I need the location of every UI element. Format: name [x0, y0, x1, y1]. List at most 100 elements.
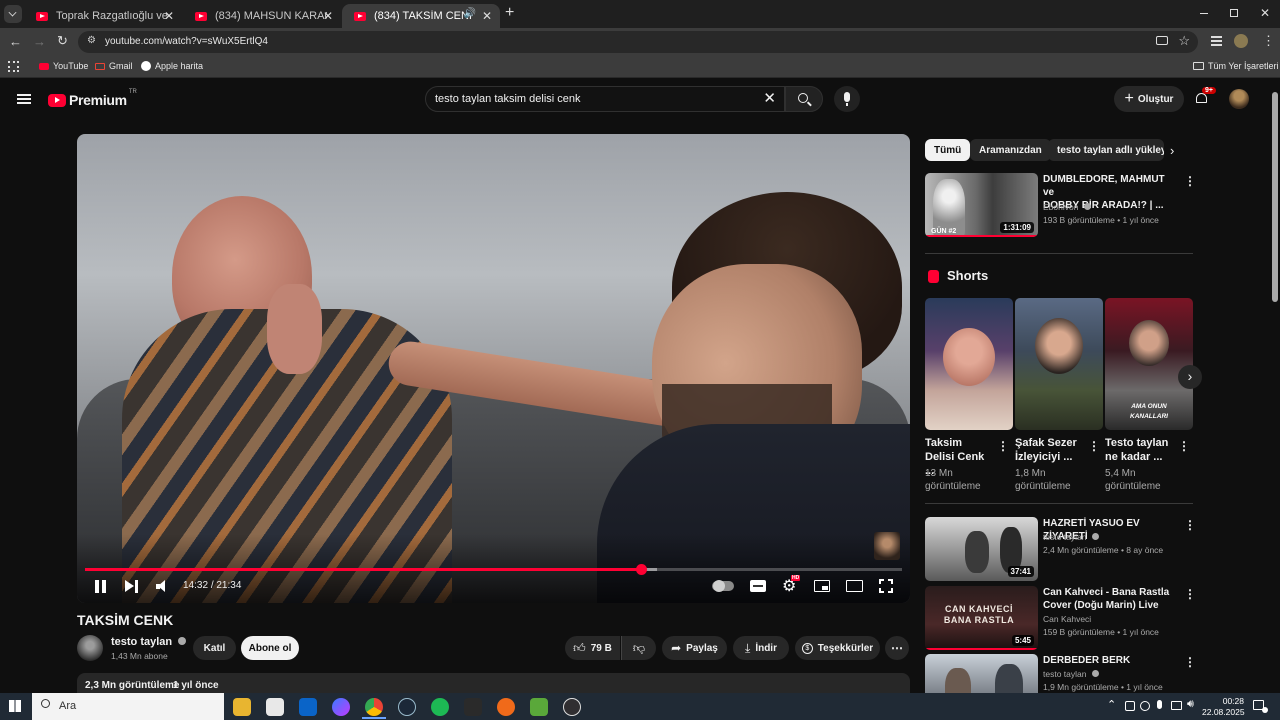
- theater-mode-button[interactable]: [846, 580, 863, 592]
- site-info-icon[interactable]: ⚙: [87, 35, 96, 46]
- voice-search-button[interactable]: [834, 86, 860, 112]
- tray-app-icon[interactable]: [1140, 701, 1150, 711]
- fullscreen-button[interactable]: [879, 579, 893, 593]
- chips-next-icon[interactable]: ›: [1170, 143, 1174, 158]
- clear-search-icon[interactable]: ✕: [763, 89, 776, 107]
- chip-all[interactable]: Tümü: [925, 139, 971, 161]
- tray-overflow-icon[interactable]: ⌃: [1107, 698, 1116, 711]
- browser-menu-icon[interactable]: ⋮: [1262, 33, 1275, 49]
- recommended-channel[interactable]: Can Kahveci: [1043, 613, 1091, 626]
- messenger-icon[interactable]: [332, 698, 350, 716]
- close-tab-icon[interactable]: ✕: [482, 9, 492, 23]
- dislike-button[interactable]: 👎︎: [621, 636, 656, 660]
- create-button[interactable]: + Oluştur: [1114, 86, 1184, 112]
- network-icon[interactable]: [1171, 701, 1182, 710]
- minimize-window-icon[interactable]: [1200, 13, 1208, 14]
- install-app-icon[interactable]: [1156, 36, 1168, 45]
- apps-grid-icon[interactable]: [8, 61, 19, 72]
- recommended-thumbnail[interactable]: [925, 654, 1038, 693]
- more-options-icon[interactable]: ⋮: [1088, 439, 1100, 453]
- video-player[interactable]: 14:32 / 21:34 ⚙ HD: [77, 134, 910, 603]
- recommended-thumbnail[interactable]: 37:41: [925, 517, 1038, 581]
- pause-button[interactable]: [95, 580, 107, 593]
- bookmark-youtube[interactable]: YouTube: [39, 61, 88, 71]
- obs-icon[interactable]: [563, 698, 581, 716]
- recommended-channel[interactable]: Ebonivon: [1043, 201, 1091, 214]
- scrollbar-thumb[interactable]: [1272, 92, 1278, 302]
- windows-start-icon[interactable]: [9, 700, 21, 712]
- file-explorer-icon[interactable]: [233, 698, 251, 716]
- channel-name[interactable]: testo taylan: [111, 636, 187, 648]
- hamburger-menu-icon[interactable]: [17, 94, 31, 96]
- channel-watermark[interactable]: [874, 532, 900, 560]
- steam-icon[interactable]: [398, 698, 416, 716]
- forward-icon[interactable]: →: [33, 34, 46, 49]
- reload-icon[interactable]: ↻: [57, 33, 68, 49]
- spotify-icon[interactable]: [431, 698, 449, 716]
- more-options-icon[interactable]: ⋮: [1184, 655, 1196, 669]
- browser-tab-active[interactable]: (834) TAKSİM CENK - YouTu 🔊 ✕: [342, 4, 500, 28]
- bookmark-star-icon[interactable]: ☆: [1178, 33, 1190, 49]
- autoplay-toggle[interactable]: [712, 580, 734, 592]
- chip-uploader[interactable]: testo taylan adlı yükleyic: [1048, 139, 1164, 161]
- speaker-tray-icon[interactable]: 🔊︎: [1187, 698, 1194, 711]
- more-options-icon[interactable]: ⋮: [1184, 174, 1196, 188]
- search-box[interactable]: testo taylan taksim delisi cenk ✕: [425, 86, 785, 112]
- bookmark-gmail[interactable]: Gmail: [95, 61, 133, 71]
- short-thumbnail[interactable]: [1015, 298, 1103, 430]
- account-avatar[interactable]: [1229, 89, 1249, 109]
- shorts-next-button[interactable]: ›: [1178, 365, 1202, 389]
- more-options-icon[interactable]: ⋮: [1184, 518, 1196, 532]
- progress-scrubber[interactable]: [635, 564, 647, 575]
- close-tab-icon[interactable]: ✕: [164, 9, 174, 23]
- notifications-button[interactable]: 9+: [1194, 87, 1216, 107]
- minecraft-icon[interactable]: [530, 698, 548, 716]
- browser-tab[interactable]: Toprak Razgatlıoğlu ve Dünya'n ✕: [24, 4, 182, 28]
- browser-tab[interactable]: (834) MAHSUN KARACA EV ZİYA ✕: [183, 4, 341, 28]
- recommended-channel[interactable]: testo taylan: [1043, 531, 1099, 544]
- tray-app-icon[interactable]: [1125, 701, 1135, 711]
- taskbar-clock[interactable]: 00:28 22.08.2025: [1202, 696, 1245, 718]
- miniplayer-button[interactable]: [814, 580, 830, 592]
- search-input[interactable]: testo taylan taksim delisi cenk: [435, 93, 581, 105]
- next-button[interactable]: [125, 580, 139, 593]
- short-thumbnail[interactable]: [925, 298, 1013, 430]
- settings-button[interactable]: ⚙ HD: [782, 575, 801, 595]
- channel-avatar[interactable]: [77, 635, 103, 661]
- microphone-tray-icon[interactable]: [1157, 700, 1162, 709]
- game-launcher-icon[interactable]: [497, 698, 515, 716]
- thanks-button[interactable]: $ Teşekkürler: [795, 636, 880, 660]
- media-controls-icon[interactable]: [1211, 36, 1222, 38]
- more-options-icon[interactable]: ⋮: [1184, 587, 1196, 601]
- more-options-icon[interactable]: ⋮: [997, 439, 1009, 453]
- page-scrollbar[interactable]: [1272, 86, 1278, 686]
- outlook-icon[interactable]: [299, 698, 317, 716]
- more-actions-button[interactable]: ⋯: [885, 636, 909, 660]
- profile-avatar[interactable]: [1234, 34, 1248, 48]
- recommended-thumbnail[interactable]: CAN KAHVECİ BANA RASTLA 5:45: [925, 586, 1038, 650]
- epic-games-icon[interactable]: [464, 698, 482, 716]
- address-bar[interactable]: ⚙ youtube.com/watch?v=sWuX5ErtlQ4 ☆: [78, 31, 1198, 53]
- restore-window-icon[interactable]: [1230, 9, 1238, 17]
- short-thumbnail[interactable]: AMA ONUN KANALLARI: [1105, 298, 1193, 430]
- recommended-thumbnail[interactable]: GÜN #2 1:31:09: [925, 173, 1038, 237]
- like-button[interactable]: 👍︎ 79 B: [565, 636, 620, 660]
- recommended-channel[interactable]: testo taylan: [1043, 668, 1099, 681]
- microsoft-store-icon[interactable]: [266, 698, 284, 716]
- chrome-icon[interactable]: [365, 698, 383, 716]
- tab-search-button[interactable]: [4, 5, 22, 23]
- speaker-icon[interactable]: 🔊: [464, 8, 476, 19]
- recommended-title[interactable]: DERBEDER BERK: [1043, 654, 1178, 667]
- join-button[interactable]: Katıl: [193, 636, 236, 660]
- subtitles-button[interactable]: [750, 580, 766, 592]
- volume-button[interactable]: [156, 580, 170, 593]
- youtube-premium-logo[interactable]: Premium TR: [48, 89, 137, 108]
- close-tab-icon[interactable]: ✕: [323, 9, 333, 23]
- back-icon[interactable]: ←: [9, 34, 22, 49]
- close-window-icon[interactable]: ✕: [1260, 6, 1270, 20]
- download-button[interactable]: ⤓ İndir: [733, 636, 789, 660]
- more-options-icon[interactable]: ⋮: [1178, 439, 1190, 453]
- new-tab-button[interactable]: +: [505, 4, 514, 22]
- all-bookmarks[interactable]: Tüm Yer İşaretleri: [1193, 61, 1279, 71]
- share-button[interactable]: ➦ Paylaş: [662, 636, 727, 660]
